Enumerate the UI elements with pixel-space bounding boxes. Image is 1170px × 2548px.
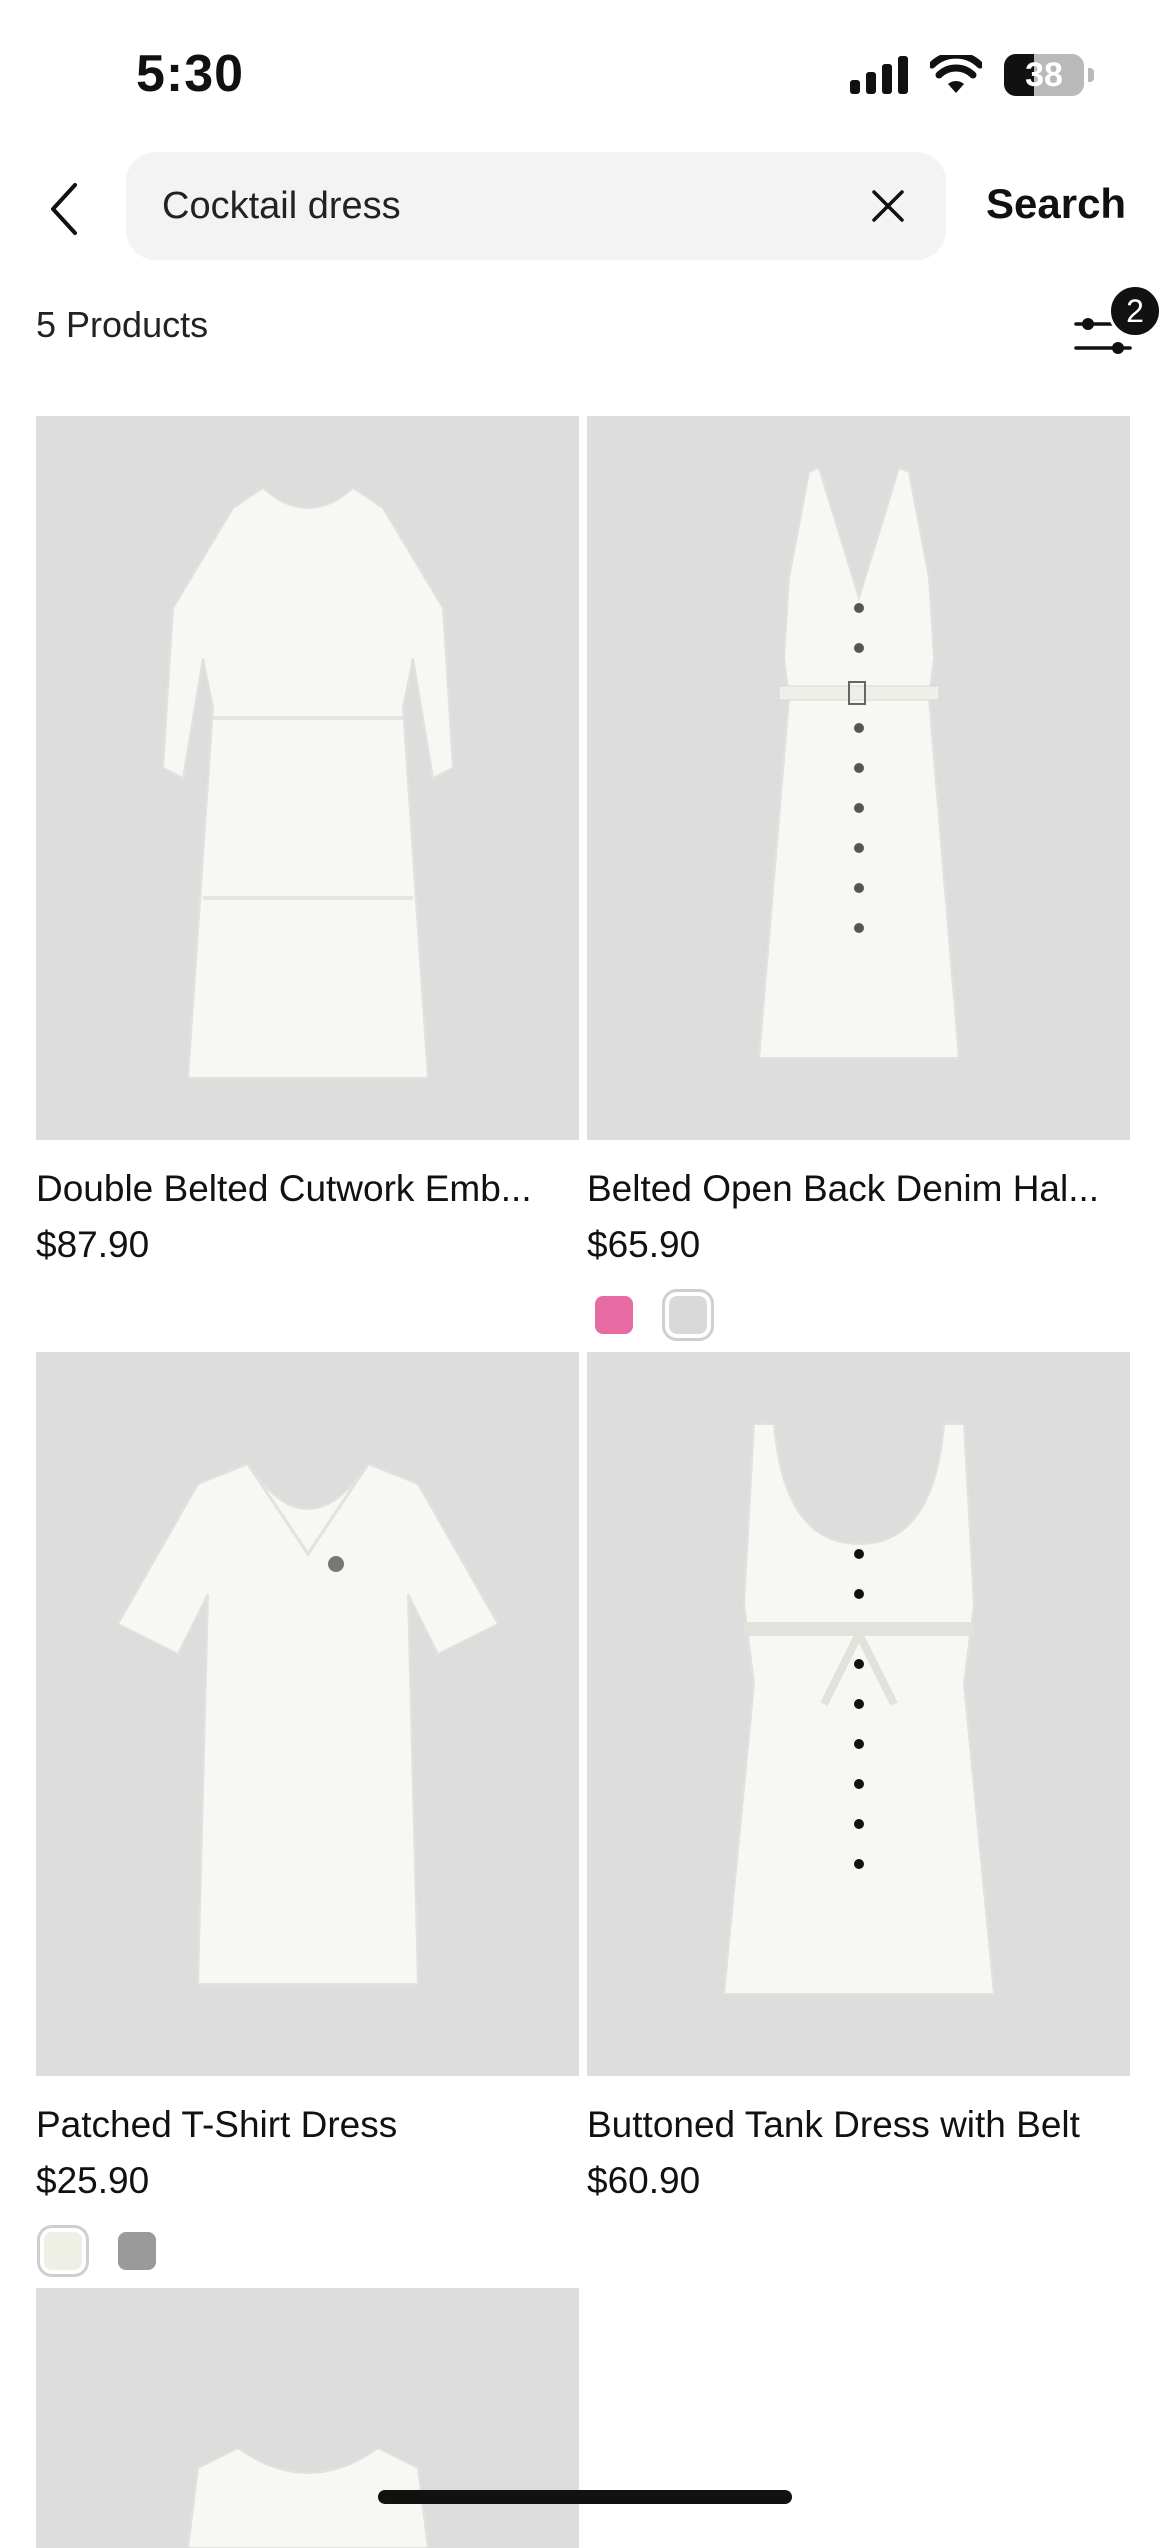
product-card[interactable] xyxy=(36,2288,579,2548)
home-indicator[interactable] xyxy=(378,2490,792,2504)
search-input[interactable] xyxy=(162,152,842,260)
status-icons: 38 xyxy=(850,54,1094,96)
clear-search-button[interactable] xyxy=(860,178,916,234)
search-button[interactable]: Search xyxy=(986,180,1126,228)
product-image[interactable] xyxy=(36,2288,579,2548)
product-price: $65.90 xyxy=(587,1224,701,1265)
results-row: 5 Products 2 xyxy=(0,284,1170,370)
product-image[interactable] xyxy=(587,1352,1130,2076)
product-title[interactable]: Belted Open Back Denim Hal... xyxy=(587,1168,1130,1210)
dress-image xyxy=(757,466,960,1059)
search-row: Search xyxy=(0,152,1170,262)
color-swatches xyxy=(595,1289,1130,1341)
product-image[interactable] xyxy=(587,416,1130,1140)
results-count: 5 Products xyxy=(36,304,209,345)
filter-count-badge: 2 xyxy=(1108,284,1162,338)
cellular-signal-icon xyxy=(850,56,908,94)
wifi-icon xyxy=(930,55,982,93)
product-card[interactable]: Belted Open Back Denim Hal... $65.90 xyxy=(587,416,1130,1341)
close-icon xyxy=(872,190,904,222)
status-time: 5:30 xyxy=(136,45,245,103)
filter-button[interactable]: 2 xyxy=(1074,284,1164,370)
chevron-left-icon xyxy=(51,183,77,235)
dress-image xyxy=(161,486,454,1079)
product-title[interactable]: Buttoned Tank Dress with Belt xyxy=(587,2104,1130,2146)
product-price: $25.90 xyxy=(36,2160,150,2201)
product-card[interactable]: Double Belted Cutwork Emb... $87.90 xyxy=(36,416,579,1266)
back-button[interactable] xyxy=(30,174,100,244)
search-box xyxy=(126,152,946,260)
battery-level: 38 xyxy=(1025,55,1063,94)
dress-image xyxy=(116,1462,499,1985)
dress-image xyxy=(722,1423,995,1995)
product-title[interactable]: Patched T-Shirt Dress xyxy=(36,2104,579,2146)
product-image[interactable] xyxy=(36,416,579,1140)
product-image[interactable] xyxy=(36,1352,579,2076)
product-price: $87.90 xyxy=(36,1224,150,1265)
product-card[interactable]: Buttoned Tank Dress with Belt $60.90 xyxy=(587,1352,1130,2202)
color-swatches xyxy=(37,2225,579,2277)
product-price: $60.90 xyxy=(587,2160,701,2201)
product-card[interactable]: Patched T-Shirt Dress $25.90 xyxy=(36,1352,579,2277)
status-bar: 5:30 38 xyxy=(0,0,1170,150)
color-swatch-white[interactable] xyxy=(37,2225,89,2277)
dress-image xyxy=(186,2446,429,2548)
color-swatch-white[interactable] xyxy=(662,1289,714,1341)
product-title[interactable]: Double Belted Cutwork Emb... xyxy=(36,1168,579,1210)
color-swatch-pink[interactable] xyxy=(595,1296,633,1334)
color-swatch-grey-pattern[interactable] xyxy=(118,2232,156,2270)
battery-icon: 38 xyxy=(1004,54,1094,96)
